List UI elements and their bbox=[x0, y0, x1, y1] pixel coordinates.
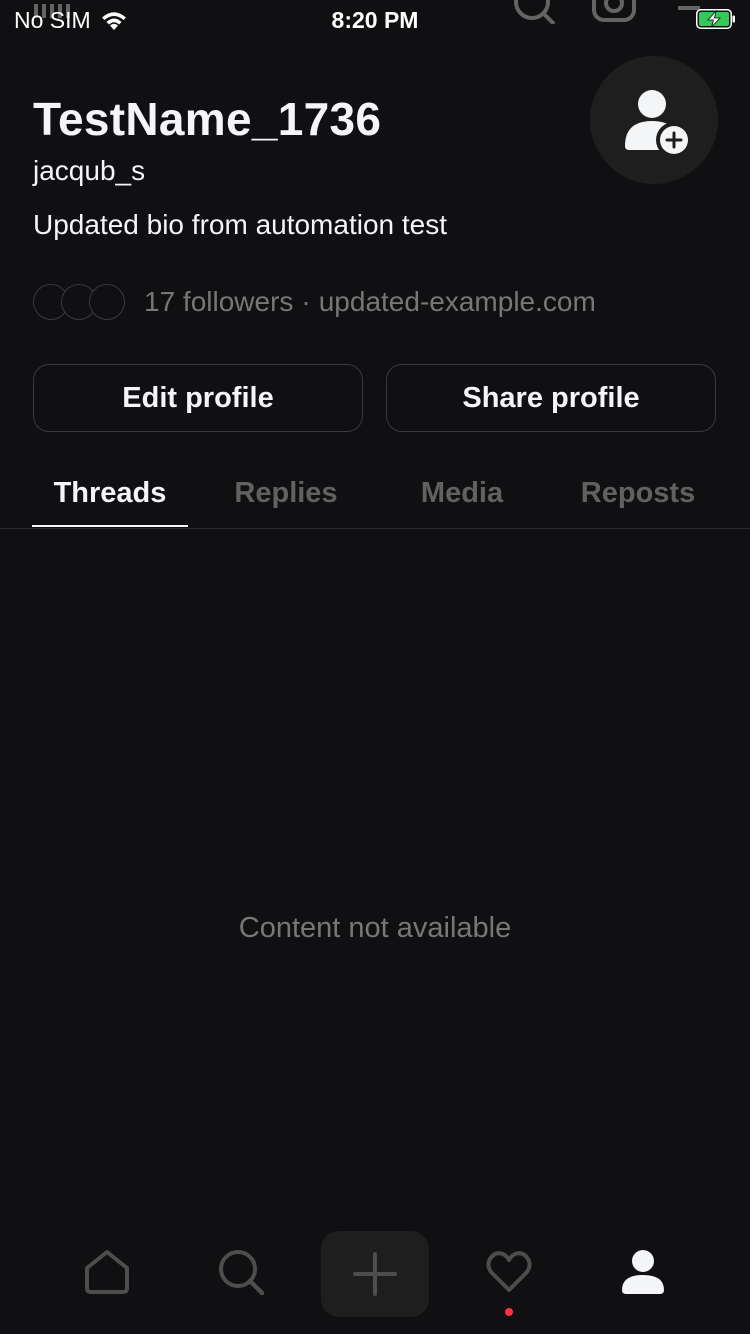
follower-avatars bbox=[33, 284, 127, 320]
profile-tabs: Threads Replies Media Reposts bbox=[0, 460, 750, 529]
followers-count[interactable]: 17 followers bbox=[144, 286, 293, 317]
compose-plus-icon bbox=[353, 1252, 397, 1296]
profile-bio: Updated bio from automation test bbox=[33, 209, 448, 240]
bottom-nav bbox=[0, 1224, 750, 1334]
status-time: 8:20 PM bbox=[331, 7, 419, 33]
tab-replies[interactable]: Replies bbox=[208, 460, 364, 526]
profile-avatar[interactable] bbox=[590, 56, 718, 184]
followers-row[interactable]: 17 followers · updated-example.com bbox=[33, 282, 596, 322]
battery-charging-icon bbox=[696, 9, 735, 29]
active-tab-indicator bbox=[32, 525, 188, 527]
edit-profile-button[interactable]: Edit profile bbox=[33, 364, 363, 432]
profile-icon bbox=[622, 1250, 664, 1294]
search-icon bbox=[219, 1250, 265, 1296]
share-profile-button[interactable]: Share profile bbox=[386, 364, 716, 432]
nav-home[interactable] bbox=[77, 1242, 137, 1302]
profile-screen: No SIM 8:20 PM TestName_1736 jacqub_s Up… bbox=[0, 0, 750, 1334]
separator-dot: · bbox=[301, 286, 311, 317]
status-bar: No SIM 8:20 PM bbox=[0, 0, 750, 40]
nav-activity[interactable] bbox=[479, 1242, 539, 1302]
tab-media[interactable]: Media bbox=[384, 460, 540, 526]
add-person-icon bbox=[625, 90, 692, 158]
profile-name: TestName_1736 bbox=[33, 93, 382, 145]
activity-heart-icon bbox=[486, 1251, 532, 1292]
home-icon bbox=[85, 1250, 129, 1294]
profile-link[interactable]: updated-example.com bbox=[319, 286, 596, 317]
nav-search[interactable] bbox=[211, 1242, 271, 1302]
tab-reposts[interactable]: Reposts bbox=[560, 460, 716, 526]
nav-compose[interactable] bbox=[321, 1231, 429, 1317]
follower-avatar bbox=[89, 284, 125, 320]
nav-profile[interactable] bbox=[613, 1242, 673, 1302]
profile-handle: jacqub_s bbox=[33, 155, 146, 186]
tab-threads[interactable]: Threads bbox=[32, 460, 188, 526]
notification-dot bbox=[505, 1308, 513, 1316]
empty-state-message: Content not available bbox=[238, 912, 512, 944]
followers-info: 17 followers · updated-example.com bbox=[144, 286, 596, 318]
